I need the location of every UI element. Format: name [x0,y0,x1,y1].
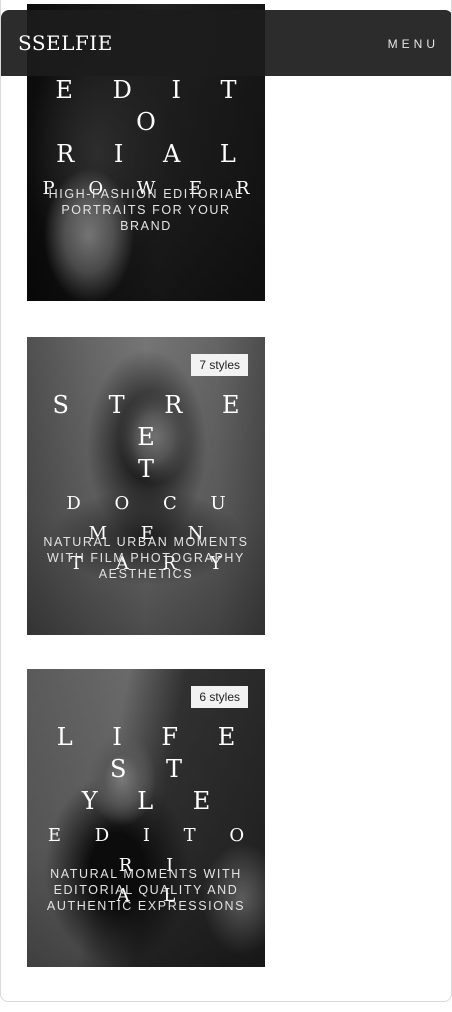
card-title: E D I T O R I A L P O W E R [27,74,265,204]
styles-count-badge: 6 styles [191,686,248,708]
brand-logo[interactable]: SSELFIE [18,31,113,55]
card-title-line: T [137,455,170,483]
card-title-line: R I A L [56,140,252,168]
menu-button[interactable]: MENU [388,37,439,51]
category-card-lifestyle-editorial[interactable]: 6 styles L I F E S T Y L E E D I T O R I… [27,669,265,967]
page-frame: SSELFIE MENU E D I T O R I A L P O W E R… [0,0,452,1002]
card-title-line: L I F E S T [56,723,252,783]
card-description: NATURAL MOMENTS WITH EDITORIAL QUALITY A… [46,867,246,913]
card-description: NATURAL URBAN MOMENTS WITH FILM PHOTOGRA… [43,535,249,581]
card-description: HIGH-FASHION EDITORIAL PORTRAITS FOR YOU… [48,187,244,233]
card-title-line: E D I T O [55,76,253,136]
card-title-line: Y L E [81,787,227,815]
styles-count-badge: 7 styles [191,354,248,376]
card-title-line: S T R E E [52,391,256,451]
top-navigation-bar: SSELFIE MENU [1,10,451,76]
category-card-street-documentary[interactable]: 7 styles S T R E E T D O C U M E N T A R… [27,337,265,635]
